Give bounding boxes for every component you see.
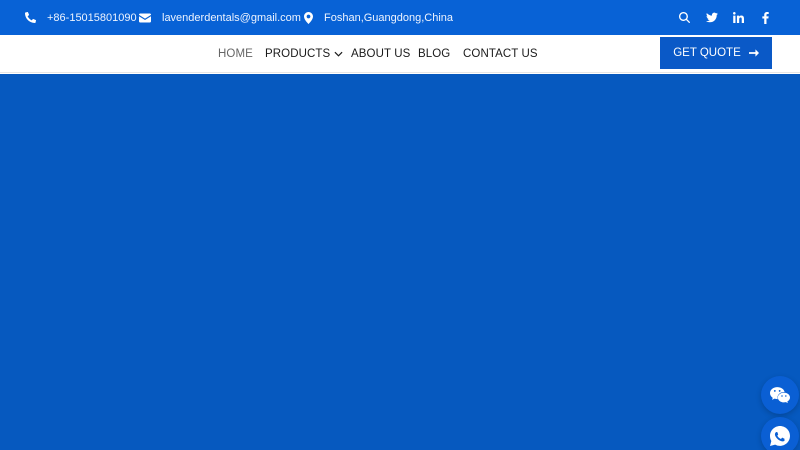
location-text: Foshan,Guangdong,China — [324, 11, 454, 24]
wechat-button[interactable] — [761, 376, 799, 414]
chevron-down-icon — [334, 51, 343, 57]
whatsapp-icon — [770, 426, 790, 446]
map-pin-icon — [304, 11, 313, 24]
wechat-icon — [770, 386, 790, 403]
nav-home[interactable]: HOME — [218, 35, 253, 73]
linkedin-icon[interactable] — [732, 11, 745, 24]
get-quote-label: GET QUOTE — [673, 47, 741, 59]
twitter-icon[interactable] — [705, 11, 718, 24]
email-address: lavenderdentals@gmail.com — [162, 11, 301, 24]
whatsapp-button[interactable] — [761, 417, 799, 450]
facebook-icon[interactable] — [759, 11, 772, 24]
nav-contact-us[interactable]: CONTACT US — [463, 35, 538, 73]
get-quote-button[interactable]: GET QUOTE — [660, 37, 772, 69]
email-contact[interactable]: lavenderdentals@gmail.com — [139, 0, 301, 35]
nav-products-label: PRODUCTS — [265, 48, 331, 60]
arrow-right-icon — [748, 49, 759, 57]
hero-banner — [0, 74, 800, 450]
nav-products[interactable]: PRODUCTS — [265, 35, 343, 73]
nav-blog[interactable]: BLOG — [418, 35, 450, 73]
social-links — [678, 0, 772, 35]
phone-contact[interactable]: +86-15015801090 — [25, 0, 137, 35]
phone-number: +86-15015801090 — [47, 11, 137, 24]
location-contact: Foshan,Guangdong,China — [304, 0, 453, 35]
mail-icon — [139, 13, 151, 22]
phone-icon — [25, 12, 36, 23]
nav-about-us[interactable]: ABOUT US — [351, 35, 410, 73]
search-icon[interactable] — [678, 11, 691, 24]
top-bar: +86-15015801090 lavenderdentals@gmail.co… — [0, 0, 800, 35]
